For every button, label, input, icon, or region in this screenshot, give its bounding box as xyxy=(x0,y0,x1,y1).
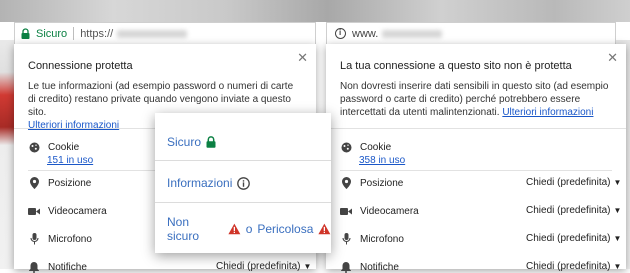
cookie-row: Cookie xyxy=(340,141,391,153)
permission-location: Posizione xyxy=(28,177,91,189)
microphone-dropdown[interactable]: Chiedi (predefinita) ▼ xyxy=(526,233,621,244)
legend-or: o xyxy=(245,222,253,236)
permission-label: Notifiche xyxy=(48,261,87,273)
permission-location: Posizione xyxy=(340,177,403,189)
microphone-icon xyxy=(28,233,40,245)
cookie-label: Cookie xyxy=(48,141,80,153)
permission-label: Microfono xyxy=(48,233,92,245)
url-scheme[interactable]: https:// xyxy=(80,28,113,40)
cookie-row: Cookie xyxy=(28,141,79,153)
cookie-icon xyxy=(28,141,40,153)
site-info-panel-insecure: ✕ La tua connessione a questo sito non è… xyxy=(326,44,626,273)
dropdown-arrow-icon: ▼ xyxy=(613,206,622,215)
permission-microphone: Microfono xyxy=(340,233,404,245)
legend-info-label: Informazioni xyxy=(167,176,233,190)
secure-label[interactable]: Sicuro xyxy=(36,28,67,40)
legend-secure-label: Sicuro xyxy=(167,135,202,149)
legend-divider xyxy=(155,202,331,203)
permission-notifications: Notifiche xyxy=(28,261,87,273)
warning-triangle-icon xyxy=(318,223,331,235)
info-icon xyxy=(237,176,251,190)
legend-info: Informazioni xyxy=(167,176,251,190)
legend-divider xyxy=(155,160,331,161)
panel-description: Non dovresti inserire dati sensibili in … xyxy=(340,80,612,119)
camera-dropdown[interactable]: Chiedi (predefinita) ▼ xyxy=(526,205,621,216)
videocam-icon xyxy=(340,205,352,217)
permission-camera: Videocamera xyxy=(28,205,107,217)
panel-title: Connessione protetta xyxy=(28,60,133,72)
address-bar-insecure[interactable]: www. xyxy=(326,22,616,44)
info-icon[interactable] xyxy=(335,28,346,39)
permission-label: Videocamera xyxy=(48,205,107,217)
cookie-count-link[interactable]: 151 in uso xyxy=(47,155,93,166)
legend-secure: Sicuro xyxy=(167,135,216,149)
learn-more-link[interactable]: Ulteriori informazioni xyxy=(502,107,593,118)
permission-label: Microfono xyxy=(360,233,404,245)
permission-label: Notifiche xyxy=(360,261,399,273)
legend-unsafe: Non sicuro o Pericolosa xyxy=(167,215,331,243)
warning-triangle-icon xyxy=(228,223,241,235)
cookie-label: Cookie xyxy=(360,141,392,153)
dropdown-value: Chiedi (predefinita) xyxy=(526,205,611,216)
dropdown-arrow-icon: ▼ xyxy=(613,262,622,271)
permission-notifications: Notifiche xyxy=(340,261,399,273)
permission-camera: Videocamera xyxy=(340,205,419,217)
videocam-icon xyxy=(28,205,40,217)
notifications-dropdown[interactable]: Chiedi (predefinita) ▼ xyxy=(216,261,311,272)
legend-unsafe-label: Non sicuro xyxy=(167,215,200,243)
dropdown-value: Chiedi (predefinita) xyxy=(216,261,301,272)
dropdown-arrow-icon: ▼ xyxy=(613,178,622,187)
notifications-dropdown[interactable]: Chiedi (predefinita) ▼ xyxy=(526,261,621,272)
permission-label: Posizione xyxy=(48,177,92,189)
cookie-count-link[interactable]: 358 in uso xyxy=(359,155,405,166)
dropdown-arrow-icon: ▼ xyxy=(303,262,312,271)
dropdown-value: Chiedi (predefinita) xyxy=(526,261,611,272)
learn-more-link[interactable]: Ulteriori informazioni xyxy=(28,120,119,131)
permission-label: Videocamera xyxy=(360,205,419,217)
panel-title: La tua connessione a questo sito non è p… xyxy=(340,60,572,72)
location-pin-icon xyxy=(340,177,352,189)
notification-bell-icon xyxy=(340,261,352,273)
url-host[interactable]: www. xyxy=(352,28,378,40)
blurred-url xyxy=(117,29,188,38)
legend-dangerous-label: Pericolosa xyxy=(257,222,314,236)
close-icon[interactable]: ✕ xyxy=(607,51,618,64)
permission-microphone: Microfono xyxy=(28,233,92,245)
dropdown-value: Chiedi (predefinita) xyxy=(526,233,611,244)
location-dropdown[interactable]: Chiedi (predefinita) ▼ xyxy=(526,177,621,188)
close-icon[interactable]: ✕ xyxy=(297,51,308,64)
microphone-icon xyxy=(340,233,352,245)
cookie-icon xyxy=(340,141,352,153)
url-separator xyxy=(73,27,75,40)
security-status-legend: Sicuro Informazioni Non sicuro o Pericol… xyxy=(155,113,331,253)
permission-label: Posizione xyxy=(360,177,404,189)
background-page-strip xyxy=(0,0,630,22)
lock-icon[interactable] xyxy=(21,28,30,39)
dropdown-value: Chiedi (predefinita) xyxy=(526,177,611,188)
divider xyxy=(340,170,612,171)
divider xyxy=(326,128,626,129)
notification-bell-icon xyxy=(28,261,40,273)
lock-icon xyxy=(206,136,216,148)
address-bar-secure[interactable]: Sicuro https:// xyxy=(14,22,316,44)
dropdown-arrow-icon: ▼ xyxy=(613,234,622,243)
blurred-url xyxy=(382,29,443,38)
location-pin-icon xyxy=(28,177,40,189)
